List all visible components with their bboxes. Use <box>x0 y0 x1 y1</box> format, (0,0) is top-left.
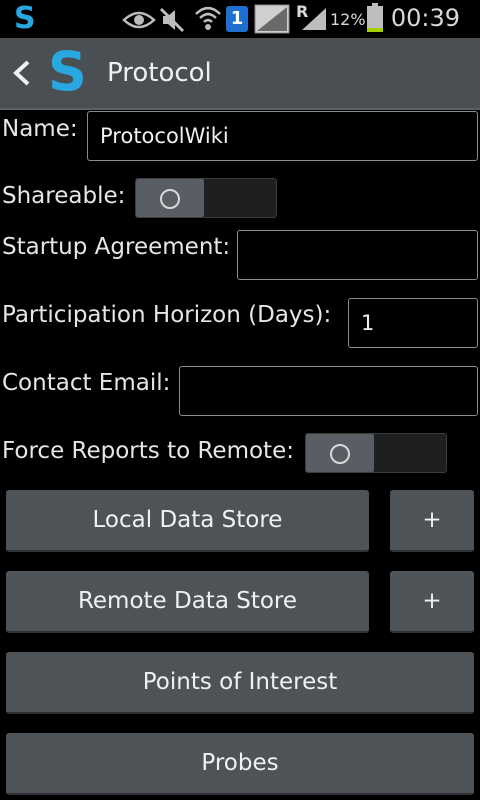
mute-icon <box>159 7 185 33</box>
back-chevron-icon[interactable] <box>10 58 34 88</box>
eye-icon <box>122 11 156 29</box>
clock: 00:39 <box>390 4 460 32</box>
name-label: Name: <box>2 116 78 142</box>
remote-data-store-label: Remote Data Store <box>77 588 298 614</box>
toggle-off-icon <box>160 189 180 209</box>
points-of-interest-button[interactable]: Points of Interest <box>6 652 474 714</box>
page-title: Protocol <box>107 58 212 88</box>
add-remote-data-store-button[interactable]: + <box>390 571 474 633</box>
remote-data-store-button[interactable]: Remote Data Store <box>6 571 369 633</box>
screenshot-icon <box>254 4 290 34</box>
probes-label: Probes <box>201 750 279 776</box>
battery-percent: 12% <box>330 10 366 29</box>
local-data-store-label: Local Data Store <box>92 507 283 533</box>
shareable-label: Shareable: <box>2 183 126 209</box>
notification-icon: 1 <box>226 6 248 32</box>
name-field[interactable]: ProtocolWiki <box>87 111 478 161</box>
battery-icon <box>367 3 383 32</box>
local-data-store-button[interactable]: Local Data Store <box>6 490 369 552</box>
status-bar: S 1 R 12% 00:39 <box>0 0 480 38</box>
shareable-toggle[interactable] <box>135 178 277 218</box>
probes-button[interactable]: Probes <box>6 733 474 795</box>
add-local-data-store-button[interactable]: + <box>390 490 474 552</box>
participation-horizon-label: Participation Horizon (Days): <box>2 302 332 328</box>
wifi-icon <box>195 6 221 30</box>
participation-horizon-field[interactable]: 1 <box>348 298 478 348</box>
points-of-interest-label: Points of Interest <box>142 669 338 695</box>
signal-icon <box>302 8 326 30</box>
force-reports-label: Force Reports to Remote: <box>2 438 294 464</box>
notification-badge: 1 <box>230 8 244 29</box>
app-logo-icon[interactable]: S <box>48 40 87 103</box>
action-bar: S Protocol <box>0 38 480 110</box>
startup-agreement-field[interactable] <box>237 230 478 280</box>
toggle-thumb <box>306 434 374 472</box>
plus-icon: + <box>422 507 442 533</box>
app-notification-icon: S <box>14 1 36 36</box>
toggle-off-icon <box>330 444 350 464</box>
plus-icon: + <box>422 588 442 614</box>
force-reports-toggle[interactable] <box>305 433 447 473</box>
toggle-thumb <box>136 179 204 217</box>
contact-email-field[interactable] <box>179 366 478 416</box>
contact-email-label: Contact Email: <box>2 370 171 396</box>
startup-agreement-label: Startup Agreement: <box>2 234 231 260</box>
